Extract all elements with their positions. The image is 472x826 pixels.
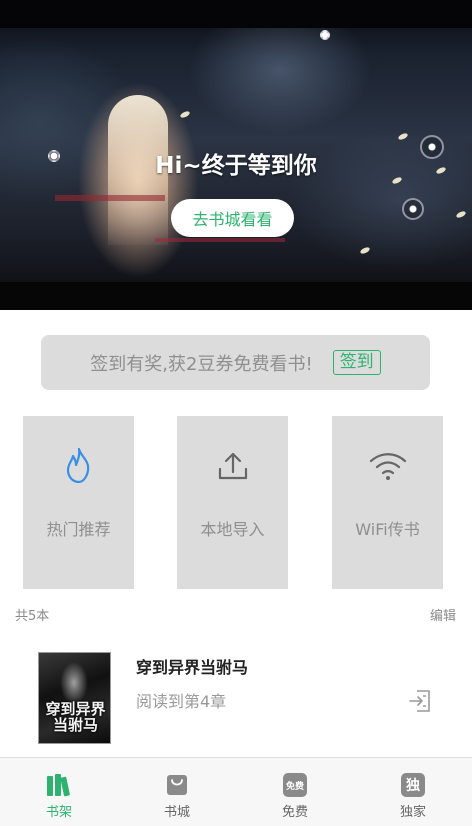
free-icon: 免费 bbox=[282, 772, 308, 798]
tile-local-import[interactable]: 本地导入 bbox=[177, 416, 288, 589]
hero-title: Hi~终于等到你 bbox=[155, 153, 317, 179]
nav-label: 独家 bbox=[399, 805, 426, 820]
free-badge-text: 免费 bbox=[283, 773, 307, 797]
book-cover[interactable]: 穿到异界当驸马 bbox=[38, 652, 111, 744]
tile-label: WiFi传书 bbox=[355, 520, 420, 539]
nav-label: 书城 bbox=[163, 805, 190, 820]
bottom-nav: 书架 书城 免费 免费 独 独家 bbox=[0, 757, 472, 826]
exit-reading-icon[interactable] bbox=[407, 688, 433, 714]
hero-leaf bbox=[359, 246, 371, 255]
nav-label: 书架 bbox=[45, 805, 72, 820]
bookshelf-icon bbox=[46, 772, 72, 798]
nav-bookstore[interactable]: 书城 bbox=[118, 758, 236, 826]
hero-red-streak bbox=[155, 238, 285, 242]
hero-banner: Hi~终于等到你 去书城看看 bbox=[0, 0, 472, 310]
edit-button[interactable]: 编辑 bbox=[430, 605, 456, 624]
book-progress: 阅读到第4章 bbox=[136, 692, 227, 711]
shopping-bag-icon bbox=[164, 772, 190, 798]
signin-bar: 签到有奖,获2豆券免费看书! 签到 bbox=[41, 335, 430, 390]
wifi-icon bbox=[368, 446, 408, 486]
hero-leaf bbox=[455, 210, 467, 219]
tile-hot-recommend[interactable]: 热门推荐 bbox=[23, 416, 134, 589]
book-title: 穿到异界当驸马 bbox=[136, 658, 249, 677]
tile-label: 本地导入 bbox=[200, 520, 265, 539]
nav-free[interactable]: 免费 免费 bbox=[236, 758, 354, 826]
go-bookstore-button[interactable]: 去书城看看 bbox=[171, 199, 294, 237]
exclusive-icon: 独 bbox=[400, 772, 426, 798]
book-count: 共5本 bbox=[15, 609, 50, 624]
hero-red-streak bbox=[55, 195, 165, 201]
cover-title: 穿到异界当驸马 bbox=[45, 700, 106, 734]
hero-orb bbox=[320, 30, 330, 40]
hero-orb bbox=[402, 198, 424, 220]
signin-button[interactable]: 签到 bbox=[332, 350, 381, 375]
exclusive-badge-text: 独 bbox=[401, 773, 425, 797]
nav-label: 免费 bbox=[281, 805, 308, 820]
hero-leaf bbox=[179, 110, 191, 119]
signin-text: 签到有奖,获2豆券免费看书! bbox=[90, 353, 313, 375]
tile-wifi-transfer[interactable]: WiFi传书 bbox=[332, 416, 443, 589]
hero-top-band bbox=[0, 0, 472, 28]
upload-icon bbox=[213, 446, 253, 486]
nav-bookshelf[interactable]: 书架 bbox=[0, 758, 118, 826]
hero-bottom-band bbox=[0, 282, 472, 310]
nav-exclusive[interactable]: 独 独家 bbox=[354, 758, 472, 826]
book-list-item[interactable]: 穿到异界当驸马 穿到异界当驸马 阅读到第4章 bbox=[0, 640, 472, 756]
tile-label: 热门推荐 bbox=[46, 520, 111, 539]
flame-icon bbox=[59, 446, 99, 486]
hero-leaf bbox=[397, 132, 409, 141]
